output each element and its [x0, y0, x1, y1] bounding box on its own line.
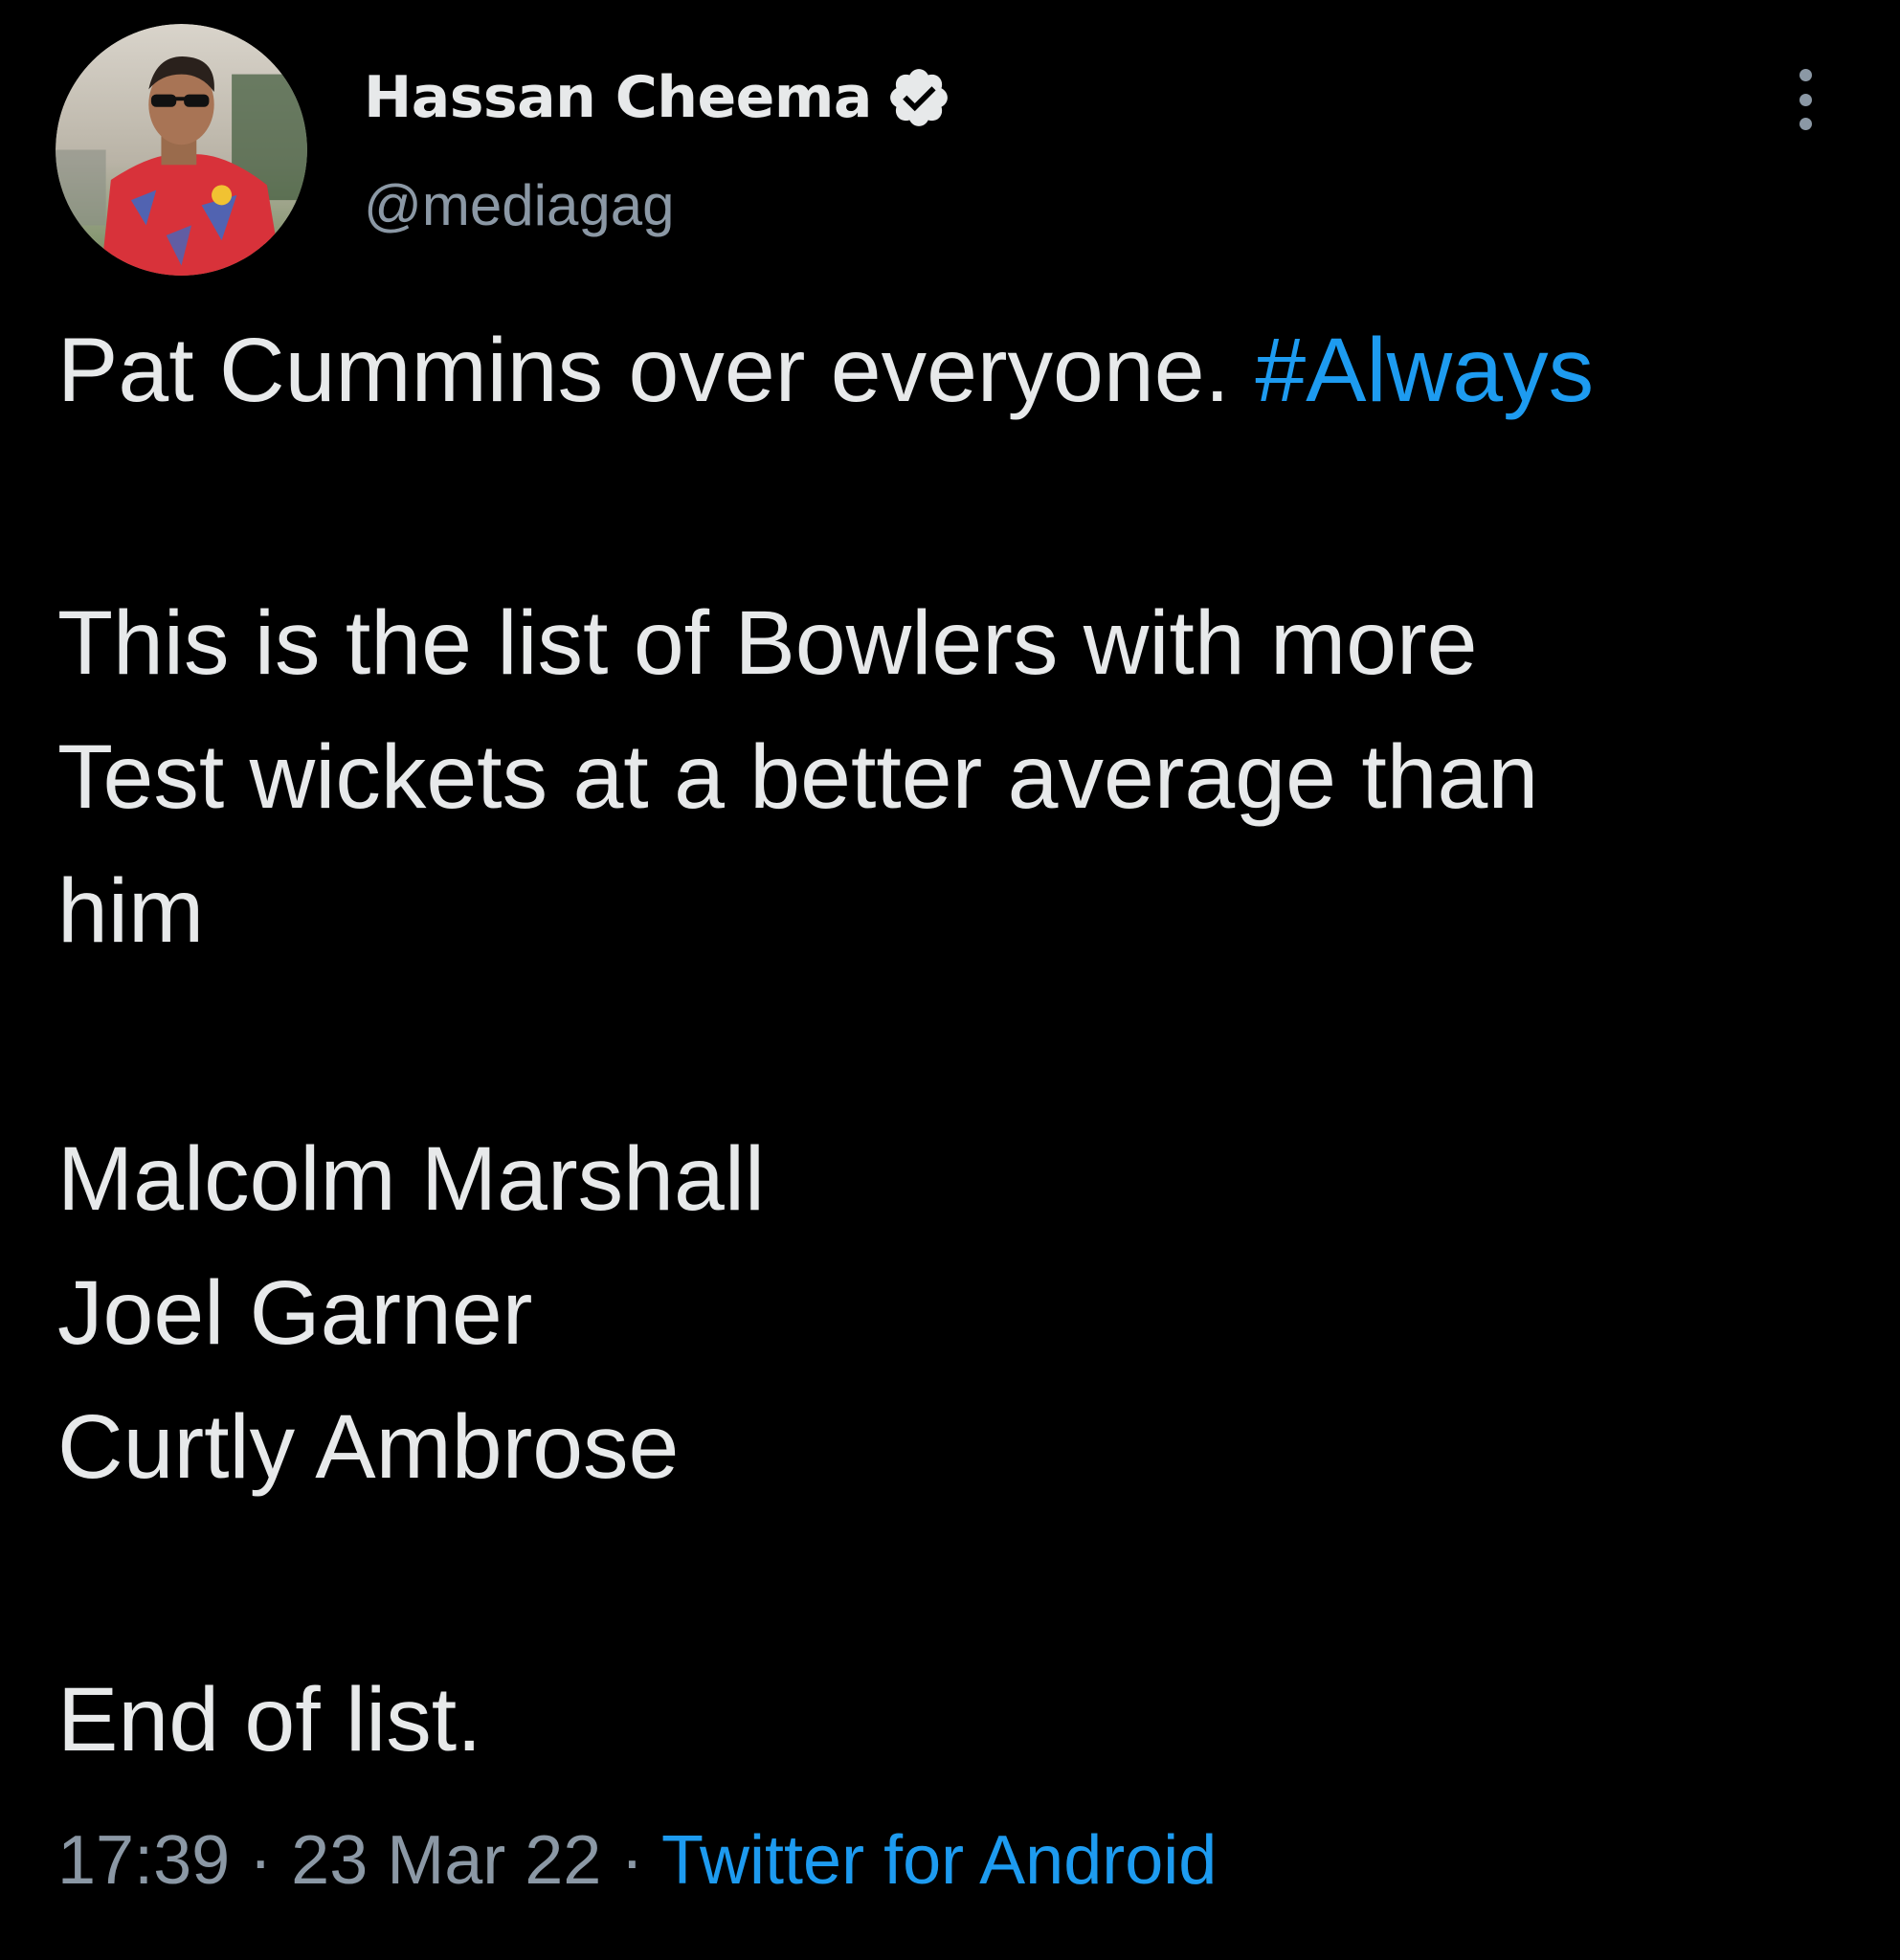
hashtag-link[interactable]: #Always [1255, 320, 1594, 421]
avatar[interactable] [56, 24, 307, 276]
meta-separator: · [601, 1822, 662, 1899]
tweet-line-4: him [57, 860, 205, 962]
author-name-row[interactable]: Hassan Cheema [364, 59, 952, 136]
tweet-line-3: Test wickets at a better average than [57, 726, 1539, 828]
tweet-meta: 17:39 · 23 Mar 22 · Twitter for Android [57, 1826, 1217, 1895]
tweet-closing-line: End of list. [57, 1669, 482, 1771]
author-display-name[interactable]: Hassan Cheema [364, 64, 872, 131]
tweet-time[interactable]: 17:39 [57, 1822, 230, 1899]
list-item: Malcolm Marshall [57, 1128, 766, 1230]
more-options-button[interactable] [1784, 69, 1826, 130]
tweet-source-link[interactable]: Twitter for Android [661, 1822, 1217, 1899]
more-dot [1799, 118, 1812, 130]
more-dot [1799, 93, 1812, 106]
list-item: Curtly Ambrose [57, 1396, 680, 1498]
author-handle[interactable]: @mediagag [364, 172, 674, 238]
avatar-photo [56, 24, 307, 276]
tweet-text: Pat Cummins over everyone. [57, 320, 1256, 421]
meta-separator: · [230, 1822, 292, 1899]
tweet-line-2: This is the list of Bowlers with more [57, 592, 1478, 694]
list-item: Joel Garner [57, 1262, 533, 1364]
verified-badge-icon [889, 69, 948, 126]
more-vertical-icon [1799, 69, 1812, 81]
tweet-line-1: Pat Cummins over everyone. #Always [57, 325, 1594, 416]
tweet-date[interactable]: 23 Mar 22 [291, 1822, 601, 1899]
